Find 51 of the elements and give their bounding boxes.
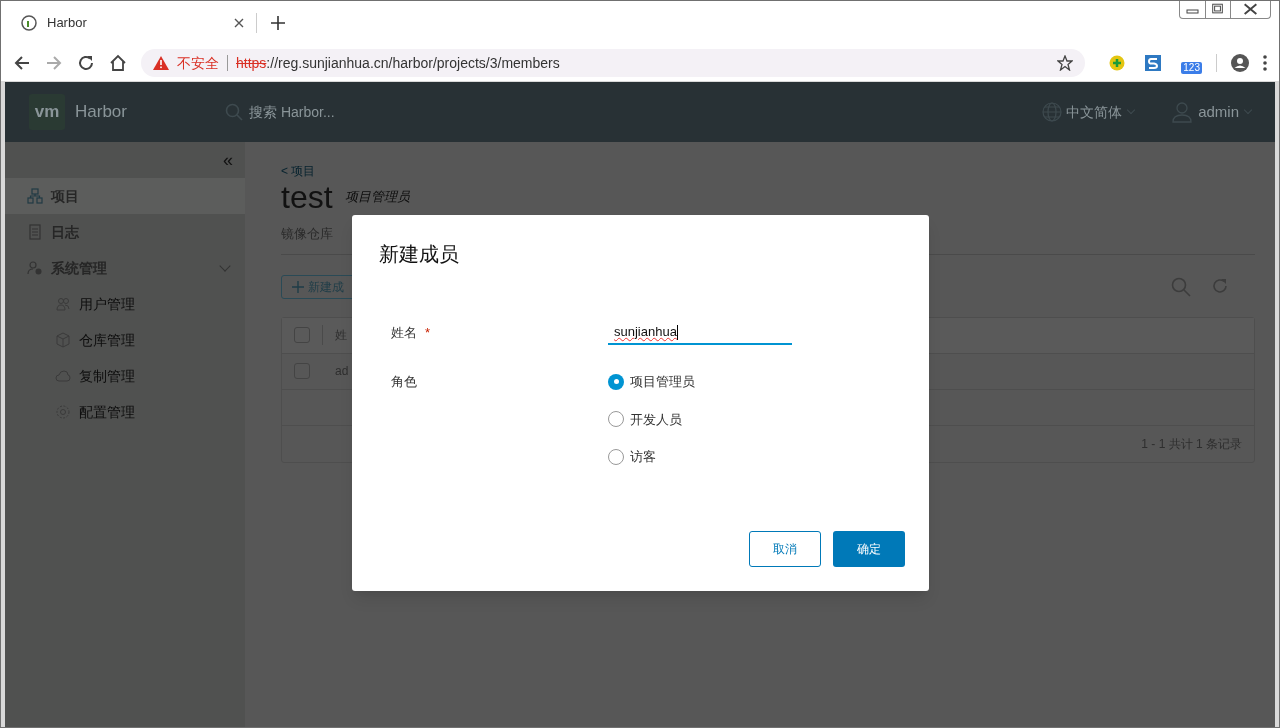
close-icon[interactable]: [234, 18, 244, 28]
new-tab-icon[interactable]: [271, 16, 285, 30]
url-text: https://reg.sunjianhua.cn/harbor/projects/3/members: [236, 53, 561, 73]
extension-icon[interactable]: [1145, 55, 1162, 71]
home-icon[interactable]: [109, 54, 127, 72]
menu-icon[interactable]: [1263, 55, 1267, 71]
sitemap-icon: [27, 188, 43, 204]
browser-tab[interactable]: Harbor: [47, 13, 224, 33]
collapse-button[interactable]: «: [223, 151, 233, 169]
sidebar-item[interactable]: 仓库管理: [5, 322, 245, 358]
radio-option[interactable]: 访客: [608, 447, 695, 467]
account-icon[interactable]: [1231, 54, 1249, 72]
search-field[interactable]: 搜索 Harbor...: [225, 101, 525, 123]
project-role: 项目管理员: [344, 187, 410, 206]
language-menu[interactable]: 中文简体: [1042, 101, 1135, 123]
extension-icon[interactable]: [1109, 55, 1126, 71]
logo: vm: [29, 94, 65, 130]
confirm-button[interactable]: 确定: [833, 531, 905, 567]
search-icon: [225, 103, 243, 121]
user-gear-icon: [27, 260, 43, 276]
sidebar-item[interactable]: 用户管理: [5, 286, 245, 322]
plus-icon: [292, 280, 304, 293]
name-input-field[interactable]: sunjianhua: [608, 321, 792, 345]
warning-icon: [153, 56, 169, 70]
cancel-button[interactable]: 取消: [749, 531, 821, 567]
field-label: 姓名: [391, 324, 417, 342]
brand-name: Harbor: [75, 101, 128, 124]
project-title: test: [281, 178, 333, 216]
radio-option[interactable]: 项目管理员: [608, 372, 695, 392]
user-menu[interactable]: admin: [1172, 100, 1251, 124]
radio-button[interactable]: [608, 411, 624, 428]
forward-icon[interactable]: [45, 54, 63, 72]
radio-option[interactable]: 开发人员: [608, 409, 695, 429]
required-mark: *: [425, 324, 431, 342]
mail-extension-badge[interactable]: 123: [1181, 62, 1202, 74]
not-secure-label: 不安全: [177, 53, 219, 73]
user-icon: [1172, 101, 1193, 123]
star-icon[interactable]: [1057, 55, 1074, 71]
address-bar[interactable]: 不安全 https://reg.sunjianhua.cn/harbor/projects/3/members: [141, 49, 1086, 77]
radio-button[interactable]: [608, 448, 624, 465]
breadcrumb-link[interactable]: < 项目: [281, 162, 316, 180]
radio-button[interactable]: [608, 373, 624, 390]
sidebar-item[interactable]: 配置管理: [5, 394, 245, 430]
reload-icon[interactable]: [77, 54, 95, 72]
sidebar-item[interactable]: 复制管理: [5, 358, 245, 394]
harbor-favicon-icon: [21, 15, 37, 31]
field-label: 角色: [391, 373, 417, 391]
globe-icon: [1042, 102, 1063, 122]
dialog-title: 新建成员: [379, 242, 459, 267]
back-icon[interactable]: [13, 54, 31, 72]
document-icon: [27, 224, 43, 240]
